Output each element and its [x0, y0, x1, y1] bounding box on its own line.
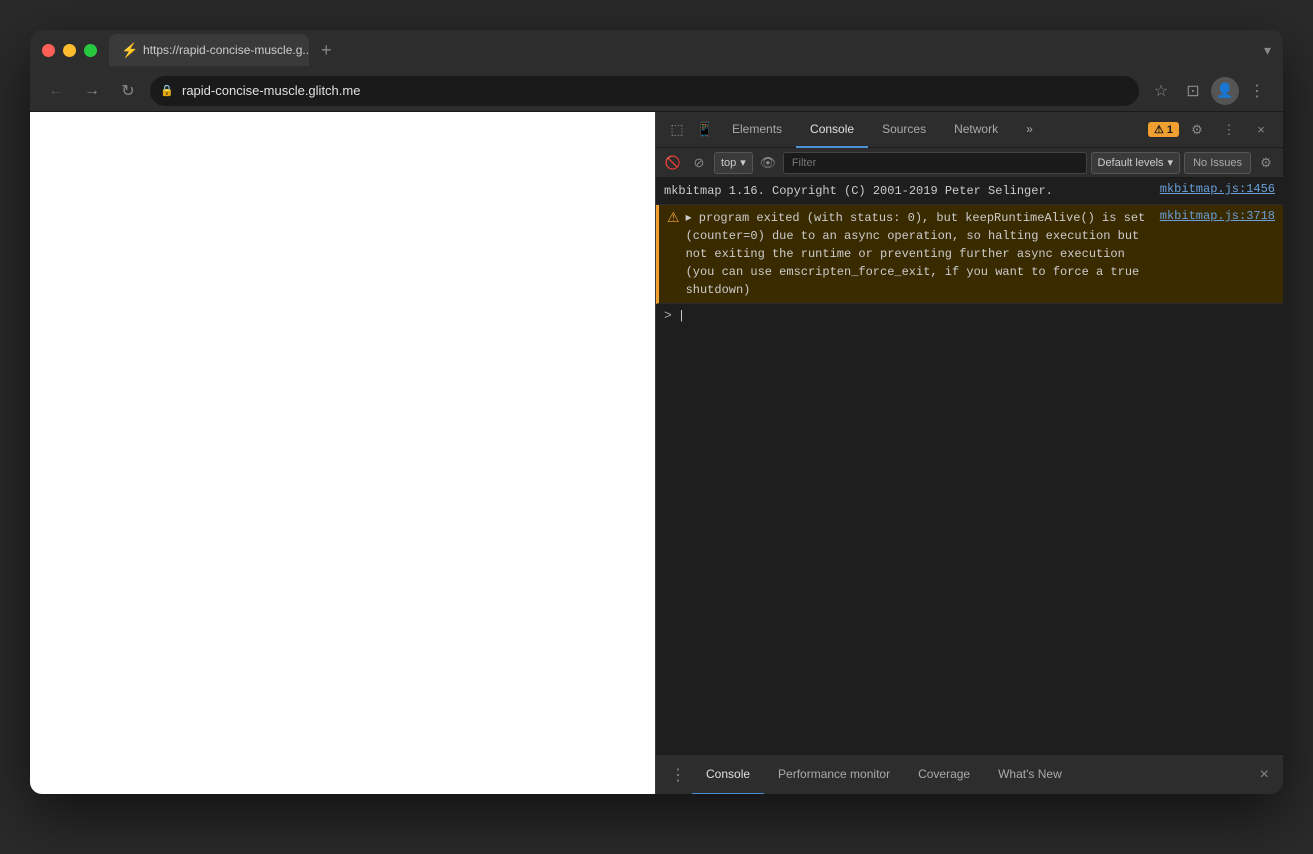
- tab-more[interactable]: »: [1012, 112, 1047, 148]
- main-content: ⬚ 📱 Elements Console Sources Network: [30, 112, 1283, 794]
- title-bar: ⚡ https://rapid-concise-muscle.g... × + …: [30, 30, 1283, 70]
- devtools-header: ⬚ 📱 Elements Console Sources Network: [656, 112, 1283, 148]
- warning-count: 1: [1167, 124, 1173, 136]
- traffic-lights: [42, 44, 97, 57]
- console-message-1-link[interactable]: mkbitmap.js:1456: [1160, 182, 1275, 196]
- console-warning-icon: ⚠: [667, 210, 680, 227]
- console-message-1-text: mkbitmap 1.16. Copyright (C) 2001-2019 P…: [664, 182, 1154, 200]
- console-message-2-text: ▸ program exited (with status: 0), but k…: [686, 209, 1154, 299]
- profile-button[interactable]: 👤: [1211, 77, 1239, 105]
- log-level-chevron: ▾: [1168, 156, 1174, 169]
- tab-network[interactable]: Network: [940, 112, 1012, 148]
- devtools-panel: ⬚ 📱 Elements Console Sources Network: [655, 112, 1283, 794]
- address-bar: ← → ↻ 🔒 ☆ ⊡ 👤 ⋮: [30, 70, 1283, 112]
- console-message-1: mkbitmap 1.16. Copyright (C) 2001-2019 P…: [656, 178, 1283, 205]
- devtools-header-icons: ⚠ 1 ⚙ ⋮ ×: [1148, 116, 1275, 144]
- drawer-tab-whats-new[interactable]: What's New: [984, 755, 1076, 795]
- clear-console-icon[interactable]: 🚫: [662, 152, 684, 174]
- maximize-icon[interactable]: ⊡: [1179, 77, 1207, 105]
- tab-label: https://rapid-concise-muscle.g...: [143, 43, 309, 57]
- context-selector[interactable]: top ▾: [714, 152, 753, 174]
- devtools-more-icon[interactable]: ⋮: [1215, 116, 1243, 144]
- tab-sources[interactable]: Sources: [868, 112, 940, 148]
- forward-button[interactable]: →: [78, 77, 106, 105]
- console-message-2: ⚠ ▸ program exited (with status: 0), but…: [656, 205, 1283, 304]
- drawer-tab-coverage[interactable]: Coverage: [904, 755, 984, 795]
- devtools-close-icon[interactable]: ×: [1247, 116, 1275, 144]
- active-tab[interactable]: ⚡ https://rapid-concise-muscle.g... ×: [109, 34, 309, 66]
- log-level-label: Default levels: [1098, 157, 1164, 169]
- tab-bar: ⚡ https://rapid-concise-muscle.g... × + …: [109, 34, 1271, 66]
- tab-favicon: ⚡: [121, 42, 137, 58]
- drawer-tab-performance-monitor[interactable]: Performance monitor: [764, 755, 904, 795]
- device-toolbar-icon[interactable]: 📱: [692, 117, 718, 143]
- inspect-element-icon[interactable]: ⬚: [664, 117, 690, 143]
- filter-input[interactable]: [783, 152, 1087, 174]
- filter-console-icon[interactable]: ⊘: [688, 152, 710, 174]
- console-cursor[interactable]: |: [678, 309, 685, 323]
- console-prompt: >: [664, 308, 672, 323]
- warning-badge[interactable]: ⚠ 1: [1148, 122, 1179, 137]
- bottom-drawer: ⋮ Console Performance monitor Coverage W…: [656, 754, 1283, 794]
- console-toolbar: 🚫 ⊘ top ▾ 👁 Default levels ▾ No Issues ⚙: [656, 148, 1283, 178]
- bookmark-icon[interactable]: ☆: [1147, 77, 1175, 105]
- minimize-window-button[interactable]: [63, 44, 76, 57]
- console-settings-icon[interactable]: ⚙: [1255, 152, 1277, 174]
- context-chevron: ▾: [740, 156, 746, 169]
- console-output: mkbitmap 1.16. Copyright (C) 2001-2019 P…: [656, 178, 1283, 754]
- profile-icon: 👤: [1216, 82, 1233, 99]
- maximize-window-button[interactable]: [84, 44, 97, 57]
- address-input[interactable]: [150, 76, 1139, 106]
- no-issues-badge: No Issues: [1184, 152, 1251, 174]
- context-label: top: [721, 157, 736, 169]
- eye-icon[interactable]: 👁: [757, 152, 779, 174]
- drawer-tab-console[interactable]: Console: [692, 755, 764, 795]
- menu-button[interactable]: ⋮: [1243, 77, 1271, 105]
- close-window-button[interactable]: [42, 44, 55, 57]
- drawer-menu-icon[interactable]: ⋮: [664, 761, 692, 789]
- tab-menu-button[interactable]: ▾: [1264, 42, 1271, 59]
- drawer-close-button[interactable]: ×: [1254, 762, 1275, 788]
- browser-window: ⚡ https://rapid-concise-muscle.g... × + …: [30, 30, 1283, 794]
- console-message-2-link[interactable]: mkbitmap.js:3718: [1160, 209, 1275, 223]
- log-level-selector[interactable]: Default levels ▾: [1091, 152, 1181, 174]
- reload-button[interactable]: ↻: [114, 77, 142, 105]
- page-area: [30, 112, 655, 794]
- warning-icon: ⚠: [1154, 123, 1164, 136]
- back-button[interactable]: ←: [42, 77, 70, 105]
- pointer-icons: ⬚ 📱: [664, 117, 718, 143]
- tab-elements[interactable]: Elements: [718, 112, 796, 148]
- address-wrapper: 🔒: [150, 76, 1139, 106]
- toolbar-icons: ☆ ⊡ 👤 ⋮: [1147, 77, 1271, 105]
- devtools-settings-icon[interactable]: ⚙: [1183, 116, 1211, 144]
- tab-console[interactable]: Console: [796, 112, 868, 148]
- devtools-tabs: Elements Console Sources Network »: [718, 112, 1148, 148]
- lock-icon: 🔒: [160, 84, 174, 97]
- console-input-line: > |: [656, 304, 1283, 327]
- new-tab-button[interactable]: +: [313, 40, 340, 61]
